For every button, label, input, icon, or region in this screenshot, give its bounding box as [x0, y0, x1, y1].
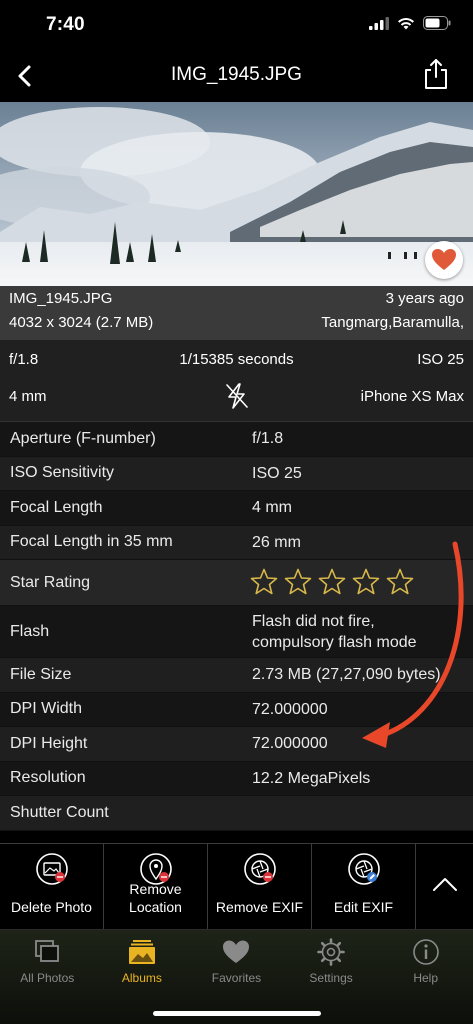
action-label: Edit EXIF — [333, 899, 394, 915]
row-value: 26 mm — [252, 533, 301, 551]
photo-dimensions: 4032 x 3024 (2.7 MB) — [9, 314, 154, 331]
gear-icon — [317, 938, 345, 966]
tab-all-photos[interactable]: All Photos — [0, 930, 95, 1024]
edit-exif-icon — [347, 853, 380, 885]
row-key: Resolution — [10, 769, 86, 787]
row-value: 72.000000 — [252, 735, 328, 753]
row-key: Flash — [10, 622, 50, 640]
page-title: IMG_1945.JPG — [171, 64, 302, 85]
row-value-line: compulsory flash mode — [252, 633, 417, 651]
heart-icon — [432, 249, 456, 270]
action-label-line: Location — [129, 899, 182, 915]
star-rating-control[interactable] — [250, 568, 414, 595]
table-row-file-size: File Size 2.73 MB (27,27,090 bytes) — [0, 658, 473, 693]
row-value: 12.2 MegaPixels — [252, 769, 371, 787]
row-value: ISO 25 — [252, 464, 302, 482]
row-value: 4 mm — [252, 499, 292, 517]
action-label: Remove Location — [104, 880, 207, 916]
edit-exif-button[interactable]: Edit EXIF — [312, 844, 416, 930]
row-key: File Size — [10, 665, 72, 683]
photo-info-strip: IMG_1945.JPG 3 years ago 4032 x 3024 (2.… — [0, 286, 473, 340]
all-photos-icon — [35, 940, 60, 962]
row-key: Star Rating — [10, 573, 91, 591]
action-bar: Delete Photo Remove Location Remove EXIF — [0, 843, 473, 930]
table-row-aperture: Aperture (F-number) f/1.8 — [0, 422, 473, 457]
snowy-mountain-photo — [0, 102, 473, 286]
row-value: Flash did not fire, compulsory flash mod… — [252, 611, 417, 653]
row-key: Aperture (F-number) — [10, 429, 156, 447]
nav-bar: IMG_1945.JPG — [0, 50, 473, 102]
summary-focal: 4 mm — [9, 388, 47, 405]
cellular-signal-icon — [369, 16, 389, 30]
row-key: Shutter Count — [10, 803, 109, 821]
tab-label: Favorites — [211, 971, 262, 985]
star-icon[interactable] — [250, 568, 278, 595]
row-value: 72.000000 — [252, 700, 328, 718]
photo-location: Tangmarg,Baramulla, — [321, 314, 464, 331]
delete-photo-icon — [35, 853, 68, 885]
remove-location-button[interactable]: Remove Location — [104, 844, 208, 930]
tab-label: Settings — [309, 971, 353, 985]
tab-help[interactable]: Help — [378, 930, 473, 1024]
photo-age: 3 years ago — [385, 290, 464, 307]
table-row-star-rating: Star Rating — [0, 560, 473, 606]
table-row-resolution: Resolution 12.2 MegaPixels — [0, 761, 473, 796]
table-row-dpi-height: DPI Height 72.000000 — [0, 727, 473, 762]
tab-label: Help — [413, 971, 439, 985]
remove-exif-icon — [243, 853, 276, 885]
status-bar: 7:40 — [0, 0, 473, 50]
star-icon[interactable] — [284, 568, 312, 595]
table-row-flash: Flash Flash did not fire, compulsory fla… — [0, 606, 473, 658]
summary-shutter: 1/15385 seconds — [179, 351, 294, 368]
status-icons — [369, 16, 451, 30]
row-key: Focal Length — [10, 498, 103, 516]
action-label-line: Remove — [129, 881, 182, 897]
wifi-icon — [398, 17, 414, 29]
row-value-line: Flash did not fire, — [252, 612, 375, 630]
tab-settings[interactable]: Settings — [284, 930, 379, 1024]
tab-bar: All Photos Albums Favorites Settings Hel… — [0, 929, 473, 1024]
row-key: DPI Width — [10, 700, 83, 718]
favorite-button[interactable] — [425, 241, 463, 279]
row-key: ISO Sensitivity — [10, 464, 115, 482]
row-value: f/1.8 — [252, 430, 284, 448]
file-name: IMG_1945.JPG — [9, 290, 113, 307]
home-indicator[interactable] — [152, 1011, 321, 1016]
photo-preview[interactable] — [0, 102, 473, 286]
albums-icon — [128, 940, 155, 964]
tab-label: Albums — [121, 971, 162, 985]
tab-label: All Photos — [20, 971, 75, 985]
delete-photo-button[interactable]: Delete Photo — [0, 844, 104, 930]
table-row-dpi-width: DPI Width 72.000000 — [0, 692, 473, 727]
star-icon[interactable] — [318, 568, 346, 595]
star-icon[interactable] — [352, 568, 380, 595]
tab-favorites[interactable]: Favorites — [189, 930, 284, 1024]
action-label: Remove EXIF — [215, 899, 304, 915]
info-icon — [412, 939, 439, 965]
table-row-focal-length-35mm: Focal Length in 35 mm 26 mm — [0, 525, 473, 560]
summary-camera: iPhone XS Max — [360, 388, 464, 405]
tab-albums[interactable]: Albums — [95, 930, 190, 1024]
table-row-shutter-count: Shutter Count — [0, 796, 473, 831]
battery-icon — [423, 16, 451, 30]
exif-table: Aperture (F-number) f/1.8 ISO Sensitivit… — [0, 422, 473, 831]
flash-off-icon — [226, 383, 248, 409]
star-icon[interactable] — [386, 568, 414, 595]
action-label: Delete Photo — [11, 899, 92, 915]
summary-iso: ISO 25 — [417, 351, 464, 368]
table-row-iso: ISO Sensitivity ISO 25 — [0, 456, 473, 491]
heart-icon — [223, 940, 250, 963]
row-key: Focal Length in 35 mm — [10, 533, 173, 551]
remove-exif-button[interactable]: Remove EXIF — [208, 844, 312, 930]
exif-summary: f/1.8 1/15385 seconds ISO 25 4 mm iPhone… — [0, 340, 473, 422]
chevron-up-icon — [432, 878, 457, 891]
share-icon[interactable] — [423, 58, 449, 90]
row-key: DPI Height — [10, 734, 88, 752]
row-value: 2.73 MB (27,27,090 bytes) — [252, 666, 441, 684]
status-time: 7:40 — [46, 14, 85, 35]
expand-actions-button[interactable] — [416, 844, 473, 930]
table-row-focal-length: Focal Length 4 mm — [0, 491, 473, 526]
